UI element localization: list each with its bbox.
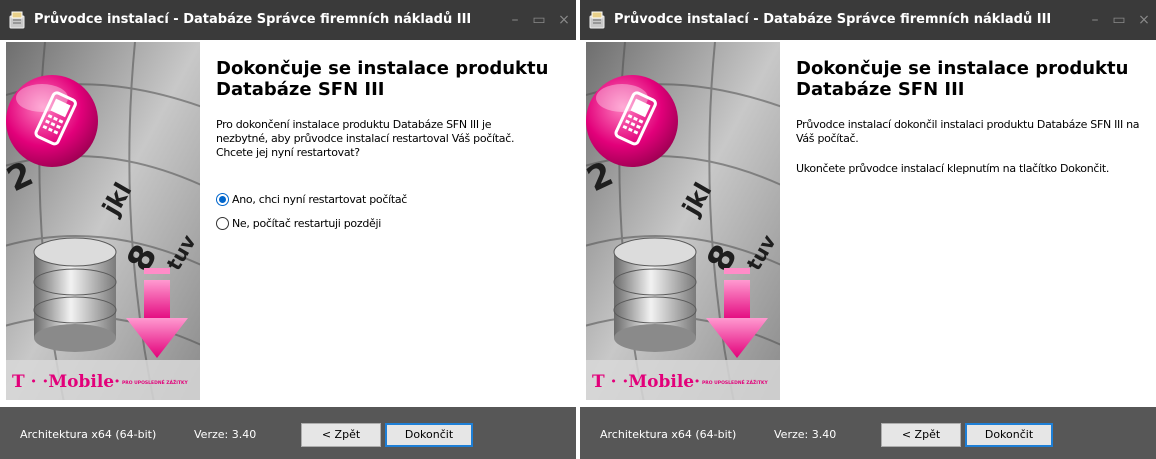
close-icon[interactable]: × — [1136, 10, 1152, 30]
window-title: Průvodce instalací - Databáze Správce fi… — [34, 12, 472, 27]
radio-restart-later-label[interactable]: Ne, počítač restartuji později — [232, 217, 381, 230]
installer-window-finished: Průvodce instalací - Databáze Správce fi… — [580, 0, 1156, 459]
maximize-icon[interactable]: ▭ — [1111, 10, 1127, 30]
tmobile-logo: T · ·Mobile· — [12, 372, 120, 392]
radio-button-checked[interactable] — [216, 192, 229, 206]
radio-button-unchecked[interactable] — [216, 216, 229, 230]
wizard-footer: Architektura x64 (64-bit) Verze: 3.40 < … — [0, 407, 576, 459]
installer-app-icon — [9, 11, 25, 29]
tmobile-logo: T · ·Mobile· — [592, 372, 700, 392]
page-heading-line1: Dokončuje se instalace produktu — [796, 58, 1129, 79]
keyboard-background: 2 jkl 8 tuv T · ·Mobile· PRO UPOSLEDNÉ Z… — [586, 42, 780, 400]
close-icon[interactable]: × — [556, 10, 572, 30]
window-title: Průvodce instalací - Databáze Správce fi… — [614, 12, 1052, 27]
maximize-icon[interactable]: ▭ — [531, 10, 547, 30]
wizard-footer: Architektura x64 (64-bit) Verze: 3.40 < … — [580, 407, 1156, 459]
page-heading-line2: Databáze SFN III — [796, 79, 965, 100]
title-bar[interactable]: Průvodce instalací - Databáze Správce fi… — [0, 0, 576, 40]
wizard-banner-image: 2 jkl 8 tuv T · ·Mobile· PRO UPOSLEDNÉ Z… — [6, 42, 200, 400]
radio-restart-now-label[interactable]: Ano, chci nyní restartovat počítač — [232, 193, 407, 206]
installer-app-icon — [589, 11, 605, 29]
finish-button[interactable]: Dokončit — [385, 423, 473, 447]
radio-restart-now[interactable]: Ano, chci nyní restartovat počítač — [216, 191, 407, 207]
back-button[interactable]: < Zpět — [881, 423, 961, 447]
page-heading-line1: Dokončuje se instalace produktu — [216, 58, 549, 79]
finish-button[interactable]: Dokončit — [965, 423, 1053, 447]
architecture-label: Architektura x64 (64-bit) — [600, 428, 737, 441]
wizard-content: Dokončuje se instalace produktu Databáze… — [796, 58, 1146, 176]
database-icon — [33, 237, 117, 352]
minimize-icon[interactable]: – — [507, 10, 523, 30]
version-label: Verze: 3.40 — [194, 428, 257, 441]
installer-window-restart: Průvodce instalací - Databáze Správce fi… — [0, 0, 576, 459]
database-icon — [613, 237, 697, 352]
radio-restart-later[interactable]: Ne, počítač restartuji později — [216, 215, 381, 231]
finish-instruction: Ukončete průvodce instalací klepnutím na… — [796, 162, 1110, 175]
back-button[interactable]: < Zpět — [301, 423, 381, 447]
minimize-icon[interactable]: – — [1087, 10, 1103, 30]
wizard-banner-image: 2 jkl 8 tuv T · ·Mobile· PRO UPOSLEDNÉ Z… — [586, 42, 780, 400]
title-bar[interactable]: Průvodce instalací - Databáze Správce fi… — [580, 0, 1156, 40]
wizard-content: Dokončuje se instalace produktu Databáze… — [216, 58, 566, 160]
keyboard-background: 2 jkl 8 tuv T · ·Mobile· PRO UPOSLEDNÉ Z… — [6, 42, 200, 400]
restart-description: Pro dokončení instalace produktu Databáz… — [216, 118, 515, 159]
architecture-label: Architektura x64 (64-bit) — [20, 428, 157, 441]
version-label: Verze: 3.40 — [774, 428, 837, 441]
page-heading-line2: Databáze SFN III — [216, 79, 385, 100]
finished-description: Průvodce instalací dokončil instalaci pr… — [796, 118, 1140, 145]
